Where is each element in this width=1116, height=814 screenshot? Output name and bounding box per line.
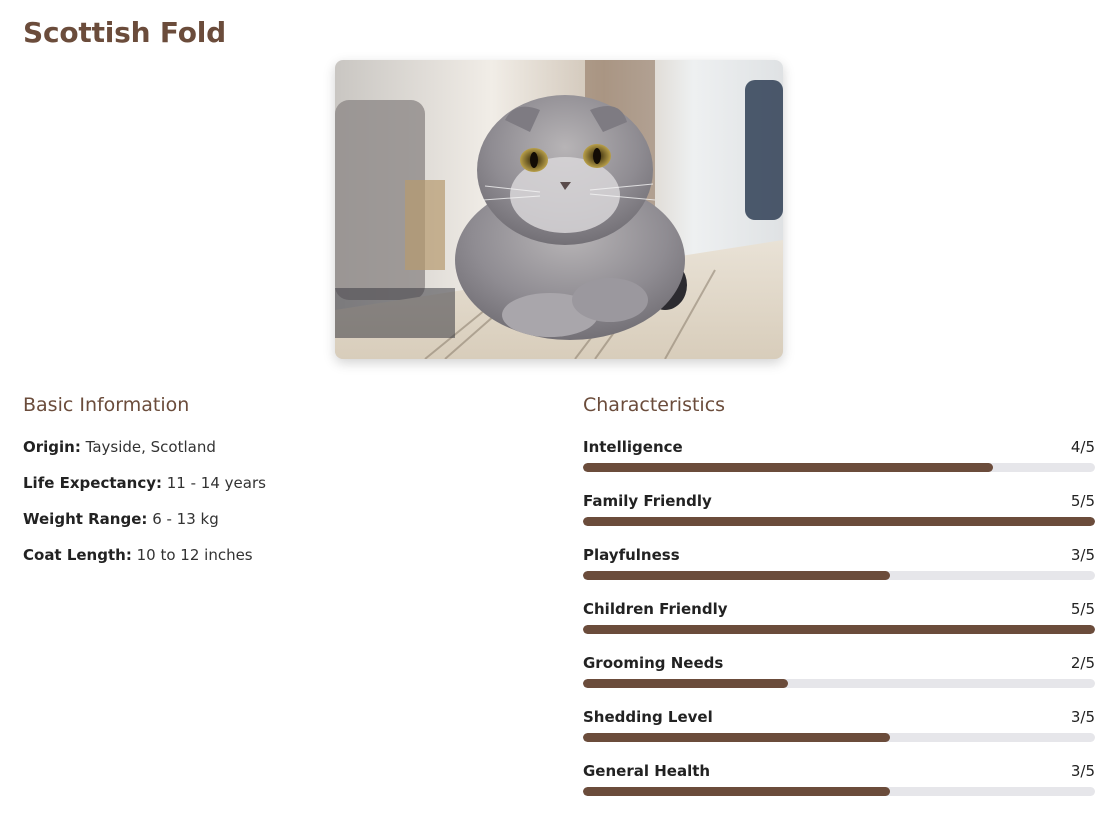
characteristic-score: 3/5 (1070, 762, 1095, 780)
characteristic-label: Playfulness (583, 546, 680, 564)
characteristics-list: Intelligence 4/5 Family Friendly 5/5 Pla… (583, 436, 1095, 814)
info-value: 6 - 13 kg (152, 510, 219, 528)
characteristic-score: 2/5 (1070, 654, 1095, 672)
characteristic-label: Children Friendly (583, 600, 728, 618)
rating-bar-fill (583, 463, 993, 472)
rating-bar-track (583, 517, 1095, 526)
characteristic-score: 3/5 (1070, 546, 1095, 564)
characteristic-score: 5/5 (1070, 600, 1095, 618)
info-value: 11 - 14 years (166, 474, 266, 492)
info-label: Origin: (23, 438, 81, 456)
basic-info-list: Origin: Tayside, Scotland Life Expectanc… (23, 436, 543, 580)
characteristic-playfulness: Playfulness 3/5 (583, 544, 1095, 598)
characteristic-label: Grooming Needs (583, 654, 724, 672)
characteristic-score: 4/5 (1070, 438, 1095, 456)
rating-bar-fill (583, 625, 1095, 634)
rating-bar-track (583, 679, 1095, 688)
rating-bar-track (583, 625, 1095, 634)
rating-bar-fill (583, 787, 891, 796)
breed-photo (335, 60, 783, 359)
characteristic-intelligence: Intelligence 4/5 (583, 436, 1095, 490)
characteristic-score: 3/5 (1070, 708, 1095, 726)
characteristic-label: Shedding Level (583, 708, 713, 726)
info-life-expectancy: Life Expectancy: 11 - 14 years (23, 472, 543, 508)
characteristic-family-friendly: Family Friendly 5/5 (583, 490, 1095, 544)
characteristic-shedding-level: Shedding Level 3/5 (583, 706, 1095, 760)
rating-bar-track (583, 463, 1095, 472)
info-value: 10 to 12 inches (136, 546, 253, 564)
characteristics-heading: Characteristics (583, 394, 726, 416)
characteristic-general-health: General Health 3/5 (583, 760, 1095, 814)
page-title: Scottish Fold (23, 16, 226, 49)
info-value: Tayside, Scotland (85, 438, 216, 456)
info-coat-length: Coat Length: 10 to 12 inches (23, 544, 543, 580)
rating-bar-track (583, 733, 1095, 742)
rating-bar-track (583, 787, 1095, 796)
characteristic-score: 5/5 (1070, 492, 1095, 510)
info-label: Life Expectancy: (23, 474, 162, 492)
characteristic-label: General Health (583, 762, 711, 780)
characteristic-grooming-needs: Grooming Needs 2/5 (583, 652, 1095, 706)
characteristic-label: Family Friendly (583, 492, 712, 510)
info-weight-range: Weight Range: 6 - 13 kg (23, 508, 543, 544)
basic-info-heading: Basic Information (23, 394, 190, 416)
info-origin: Origin: Tayside, Scotland (23, 436, 543, 472)
characteristic-children-friendly: Children Friendly 5/5 (583, 598, 1095, 652)
rating-bar-fill (583, 571, 891, 580)
rating-bar-track (583, 571, 1095, 580)
rating-bar-fill (583, 517, 1095, 526)
rating-bar-fill (583, 679, 788, 688)
info-label: Coat Length: (23, 546, 132, 564)
characteristic-label: Intelligence (583, 438, 683, 456)
rating-bar-fill (583, 733, 891, 742)
info-label: Weight Range: (23, 510, 148, 528)
